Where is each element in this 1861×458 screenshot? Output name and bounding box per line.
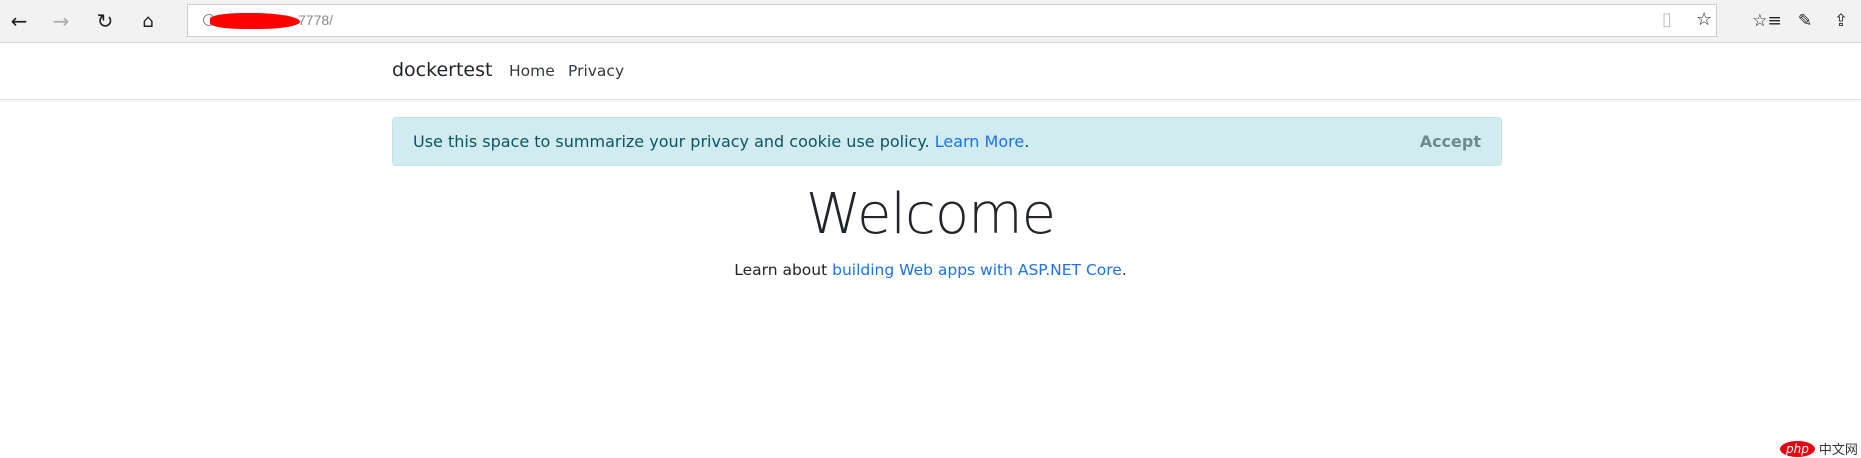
share-icon[interactable]: ⇪ <box>1826 6 1856 36</box>
nav-privacy[interactable]: Privacy <box>568 62 624 80</box>
home-icon[interactable]: ⌂ <box>133 6 163 36</box>
learn-about-text: Learn about building Web apps with ASP.N… <box>0 261 1861 279</box>
watermark: php 中文网 <box>1780 439 1858 458</box>
nav-home[interactable]: Home <box>509 62 555 80</box>
cookie-consent-alert: Use this space to summarize your privacy… <box>392 117 1502 166</box>
refresh-icon[interactable]: ↻ <box>90 6 120 36</box>
back-icon[interactable]: ← <box>4 6 34 36</box>
redaction-mark <box>210 13 300 29</box>
php-logo: php <box>1780 440 1815 457</box>
cookie-message: Use this space to summarize your privacy… <box>413 132 1029 151</box>
learn-prefix: Learn about <box>734 261 828 279</box>
navbar: dockertest Home Privacy <box>0 43 1861 100</box>
favorite-star-icon[interactable]: ☆ <box>1696 9 1712 30</box>
reading-view-icon[interactable]: ▯ <box>1662 9 1672 30</box>
aspnet-docs-link[interactable]: building Web apps with ASP.NET Core <box>832 261 1122 279</box>
url-text: 7778/ <box>298 12 334 28</box>
cookie-message-text: Use this space to summarize your privacy… <box>413 132 930 151</box>
address-bar[interactable]: 7778/ ▯ ☆ <box>187 4 1717 37</box>
learn-more-link[interactable]: Learn More <box>935 132 1024 151</box>
period: . <box>1024 132 1030 151</box>
browser-toolbar: ← → ↻ ⌂ 7778/ ▯ ☆ ☆≡ ✎ ⇪ <box>0 0 1861 43</box>
forward-icon[interactable]: → <box>46 6 76 36</box>
pen-icon[interactable]: ✎ <box>1790 6 1820 36</box>
favorites-list-icon[interactable]: ☆≡ <box>1752 6 1782 36</box>
accept-button[interactable]: Accept <box>1420 132 1481 151</box>
brand-link[interactable]: dockertest <box>392 59 492 81</box>
page-title: Welcome <box>805 182 1056 247</box>
watermark-text: 中文网 <box>1818 443 1858 458</box>
learn-suffix: . <box>1121 261 1127 279</box>
